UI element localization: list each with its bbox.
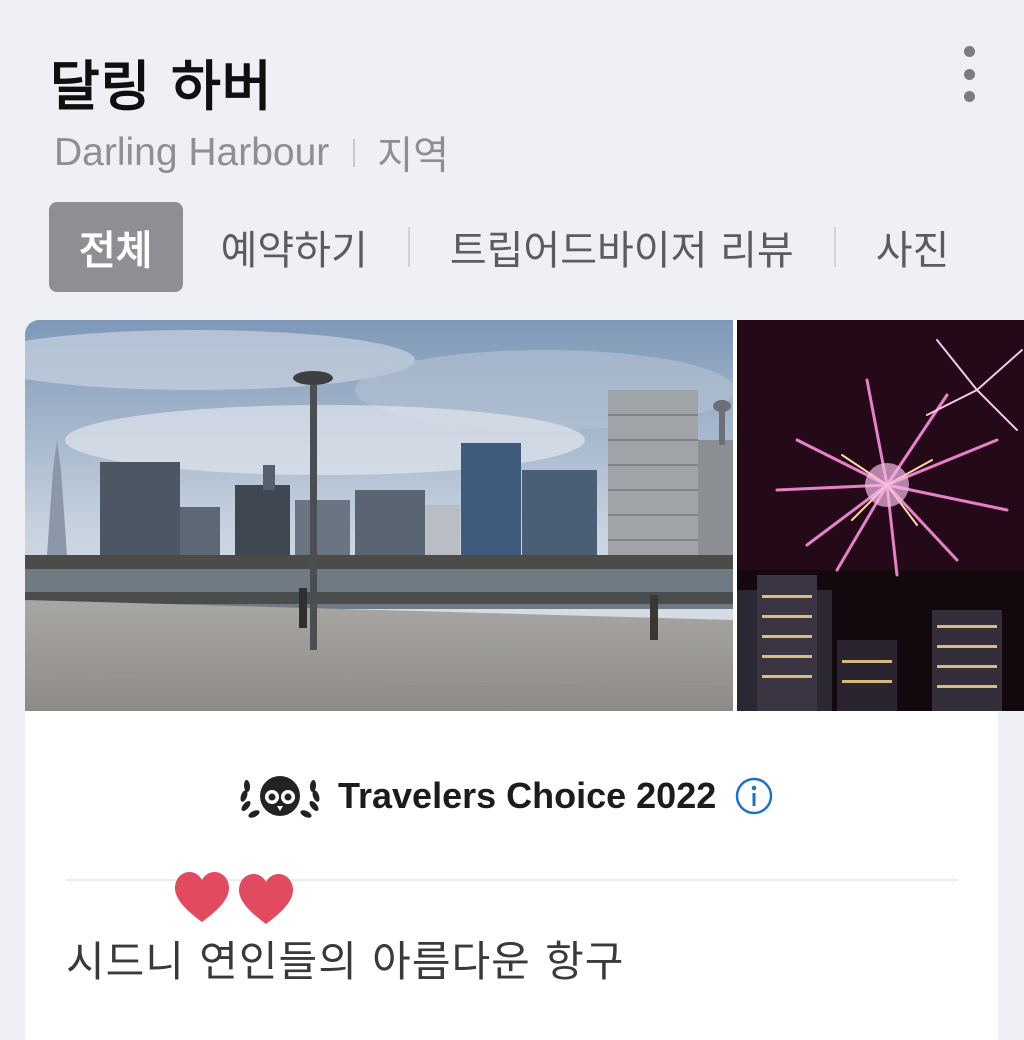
subtitle-divider — [353, 139, 356, 167]
tab-all[interactable]: 전체 — [49, 202, 183, 292]
tab-tripadvisor-reviews[interactable]: 트립어드바이저 리뷰 — [450, 202, 794, 292]
more-vertical-icon-dot — [963, 91, 975, 102]
tab-photos[interactable]: 사진 — [876, 202, 950, 292]
subtitle: Darling Harbour 지역 — [54, 128, 449, 178]
english-name: Darling Harbour — [54, 131, 330, 174]
category-label: 지역 — [377, 135, 450, 178]
travelers-choice-award: Travelers Choice 2022 — [236, 766, 774, 826]
tab-divider — [833, 227, 836, 267]
harbour-skyline-photo[interactable] — [25, 320, 733, 711]
place-description: 시드니 연인들의 아름다운 항구 — [66, 937, 625, 986]
tripadvisor-owl-laurel-icon — [240, 776, 320, 818]
info-icon[interactable] — [734, 776, 774, 816]
more-vertical-icon — [963, 46, 975, 57]
page-title: 달링 하버 — [50, 55, 273, 118]
more-options-button[interactable] — [950, 44, 988, 104]
tab-bar: 전체 예약하기 트립어드바이저 리뷰 사진 — [49, 202, 949, 292]
award-label: Travelers Choice 2022 — [338, 775, 717, 816]
two-hearts-icon — [175, 871, 293, 924]
tab-booking[interactable]: 예약하기 — [221, 202, 368, 292]
fireworks-photo[interactable] — [737, 320, 1024, 711]
fireworks-illustration — [737, 320, 1024, 711]
more-vertical-icon-dot — [963, 68, 975, 80]
harbour-skyline-illustration — [25, 320, 733, 711]
tab-divider — [407, 227, 410, 267]
